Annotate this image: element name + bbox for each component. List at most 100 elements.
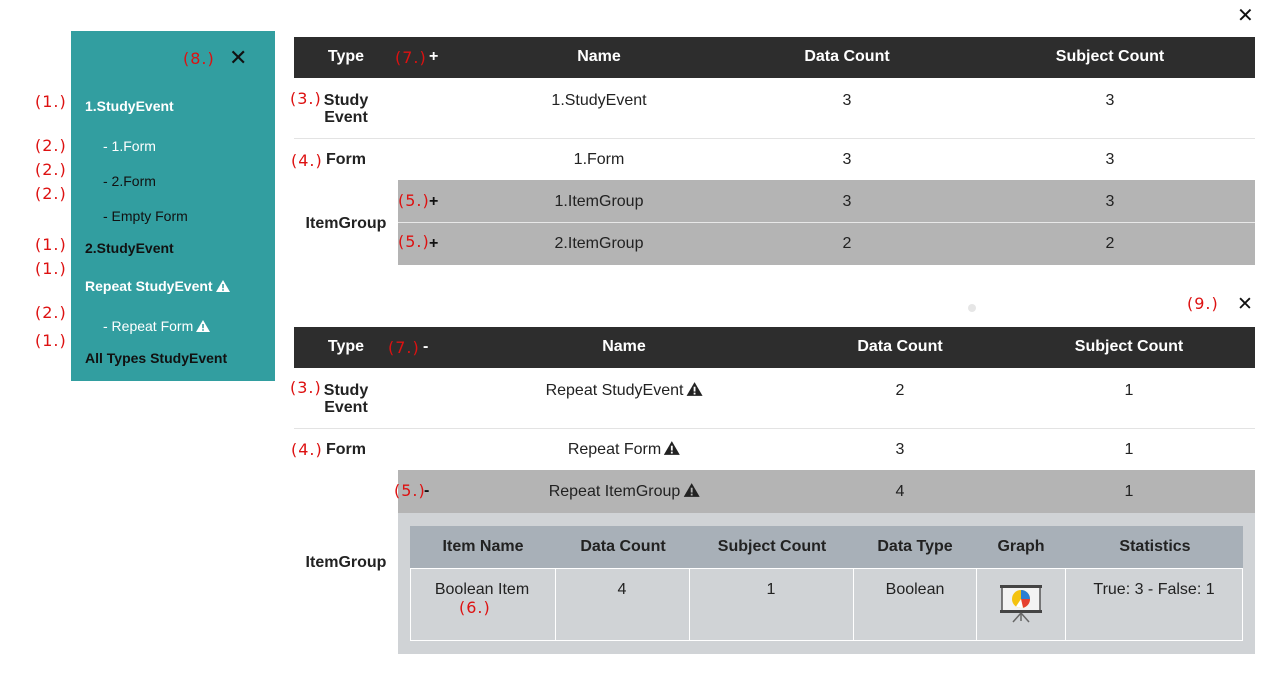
row-name: 1.StudyEvent — [551, 92, 647, 109]
row-type-label: Form — [326, 441, 366, 458]
cell-data-type: Boolean — [885, 581, 945, 598]
sidebar-item-label: Repeat StudyEvent — [85, 278, 213, 294]
annotation-1: (1.) — [35, 259, 67, 278]
column-header-statistics: Statistics — [1119, 538, 1191, 555]
row-divider — [294, 138, 1255, 139]
table-header: Type - Name Data Count Subject Count — [294, 327, 1255, 368]
close-icon[interactable]: ✕ — [1237, 5, 1254, 25]
warning-icon — [215, 280, 230, 292]
row-divider — [294, 428, 1255, 429]
column-header-name: Name — [577, 48, 621, 65]
row-name: Repeat ItemGroup — [549, 483, 700, 501]
column-header-data-type: Data Type — [877, 538, 953, 555]
annotation-2: (2.) — [35, 184, 67, 203]
column-header-item-name: Item Name — [442, 538, 524, 555]
column-header-data-count: Data Count — [804, 48, 890, 65]
annotation-5: (5.) — [398, 191, 430, 210]
warning-icon — [686, 382, 703, 396]
cell-data-count: 4 — [617, 581, 627, 598]
row-name: Repeat Form — [567, 441, 681, 459]
row-subject-count: 2 — [1105, 235, 1115, 252]
annotation-7: (7.) — [388, 338, 420, 357]
column-header-data-count: Data Count — [580, 538, 666, 555]
row-name: 2.ItemGroup — [554, 235, 644, 252]
sidebar-item-label: - Repeat Form — [103, 318, 194, 334]
item-group-row[interactable] — [398, 180, 1255, 222]
annotation-1: (1.) — [35, 331, 67, 350]
column-divider — [976, 568, 977, 641]
sidebar-panel: ✕ 1.StudyEvent - 1.Form - 2.Form - Empty… — [71, 31, 275, 381]
row-name: Repeat StudyEvent — [546, 382, 703, 400]
close-icon[interactable]: ✕ — [1237, 295, 1253, 314]
table-row — [410, 568, 1243, 641]
row-data-count: 2 — [842, 235, 852, 252]
column-divider — [853, 568, 854, 641]
row-data-count: 3 — [842, 193, 852, 210]
row-name: 1.ItemGroup — [554, 193, 644, 210]
row-subject-count: 1 — [1124, 382, 1134, 399]
column-header-subject-count: Subject Count — [1074, 338, 1184, 355]
row-data-count: 3 — [895, 441, 905, 458]
sidebar-item-all-types[interactable]: All Types StudyEvent — [85, 350, 227, 366]
row-subject-count: 1 — [1124, 441, 1134, 458]
row-data-count: 3 — [842, 151, 852, 168]
cell-item-name: Boolean Item — [434, 581, 530, 598]
sidebar-item-1-form[interactable]: - 1.Form — [103, 138, 156, 154]
annotation-5: (5.) — [398, 232, 430, 251]
column-divider — [1065, 568, 1066, 641]
row-name: 1.Form — [573, 151, 625, 168]
annotation-4: (4.) — [291, 440, 323, 459]
sidebar-item-repeat-form[interactable]: - Repeat Form — [103, 318, 211, 334]
collapse-toggle[interactable]: - — [423, 338, 428, 356]
item-group-row[interactable] — [398, 223, 1255, 265]
items-table-header — [410, 526, 1243, 568]
row-data-count: 2 — [895, 382, 905, 399]
sidebar-item-repeat-studyevent[interactable]: Repeat StudyEvent — [85, 278, 230, 294]
row-type-label: ItemGroup — [305, 554, 387, 571]
column-header-subject-count: Subject Count — [717, 538, 827, 555]
row-name-text: Repeat StudyEvent — [545, 382, 684, 399]
column-header-data-count: Data Count — [857, 338, 943, 355]
sidebar-item-2-form[interactable]: - 2.Form — [103, 173, 156, 189]
warning-icon — [683, 483, 700, 497]
row-data-count: 3 — [842, 92, 852, 109]
annotation-8: (8.) — [183, 49, 215, 68]
column-divider — [555, 568, 556, 641]
row-subject-count: 3 — [1105, 193, 1115, 210]
annotation-2: (2.) — [35, 160, 67, 179]
warning-icon — [196, 320, 211, 332]
cursor-dot — [968, 304, 976, 312]
annotation-3: (3.) — [290, 378, 322, 397]
row-name-text: Repeat Form — [567, 441, 662, 458]
sidebar-item-empty-form[interactable]: - Empty Form — [103, 208, 188, 224]
row-type-label: Event — [324, 109, 368, 126]
column-header-graph: Graph — [997, 538, 1045, 555]
row-type-label: ItemGroup — [305, 215, 387, 232]
expand-toggle[interactable]: + — [429, 193, 438, 211]
annotation-1: (1.) — [35, 92, 67, 111]
column-header-subject-count: Subject Count — [1055, 48, 1165, 65]
cell-statistics: True: 3 - False: 1 — [1093, 581, 1215, 598]
annotation-3: (3.) — [290, 89, 322, 108]
annotation-9: (9.) — [1187, 294, 1219, 313]
sidebar-item-2-studyevent[interactable]: 2.StudyEvent — [85, 240, 174, 256]
row-data-count: 4 — [895, 483, 905, 500]
annotation-6: (6.) — [459, 598, 491, 617]
chart-board-icon[interactable] — [999, 584, 1043, 624]
column-header-name: Name — [602, 338, 646, 355]
expand-toggle[interactable]: + — [429, 48, 438, 66]
collapse-toggle[interactable]: - — [424, 482, 429, 500]
row-type-label: Study — [323, 92, 369, 109]
expand-toggle[interactable]: + — [429, 235, 438, 253]
annotation-2: (2.) — [35, 136, 67, 155]
column-header-type: Type — [327, 338, 365, 355]
sidebar-close-icon[interactable]: ✕ — [229, 48, 247, 70]
annotation-5: (5.) — [394, 481, 426, 500]
cell-subject-count: 1 — [766, 581, 776, 598]
row-subject-count: 1 — [1124, 483, 1134, 500]
column-divider — [689, 568, 690, 641]
sidebar-item-1-studyevent[interactable]: 1.StudyEvent — [85, 98, 174, 114]
row-subject-count: 3 — [1105, 92, 1115, 109]
row-type-label: Event — [324, 399, 368, 416]
warning-icon — [664, 441, 681, 455]
